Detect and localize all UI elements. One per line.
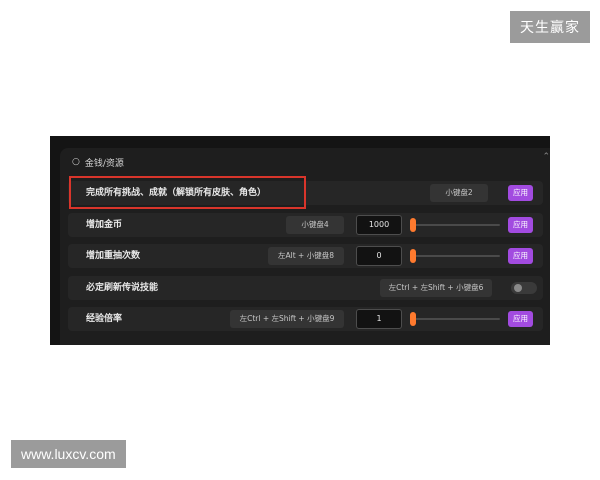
mouse-icon: ○: [72, 157, 80, 167]
apply-button[interactable]: 应用: [508, 311, 533, 327]
hotkey-badge[interactable]: 左Ctrl + 左Shift + 小键盘6: [380, 279, 492, 297]
watermark-top-right: 天生赢家: [510, 11, 590, 43]
row-label: 经验倍率: [86, 314, 123, 324]
slider-thumb[interactable]: [410, 218, 416, 232]
section-title: 金钱/资源: [84, 158, 124, 169]
hotkey-badge[interactable]: 小键盘2: [430, 184, 488, 202]
row-label: 必定刷新传说技能: [86, 283, 159, 293]
value-input[interactable]: 0: [356, 246, 402, 266]
row-legend-skill: 必定刷新传说技能 左Ctrl + 左Shift + 小键盘6: [68, 276, 543, 300]
row-add-reroll: 增加重抽次数 左Alt + 小键盘8 0 应用: [68, 244, 543, 268]
value-input[interactable]: 1000: [356, 215, 402, 235]
value-input[interactable]: 1: [356, 309, 402, 329]
apply-button[interactable]: 应用: [508, 248, 533, 264]
row-exp-multiplier: 经验倍率 左Ctrl + 左Shift + 小键盘9 1 应用: [68, 307, 543, 331]
hotkey-badge[interactable]: 小键盘4: [286, 216, 344, 234]
apply-button[interactable]: 应用: [508, 217, 533, 233]
toggle-switch[interactable]: [511, 282, 537, 294]
slider-track[interactable]: [410, 224, 500, 226]
apply-button[interactable]: 应用: [508, 185, 533, 201]
slider-track[interactable]: [410, 318, 500, 320]
row-label: 增加金币: [86, 220, 123, 230]
row-add-gold: 增加金币 小键盘4 1000 应用: [68, 213, 543, 237]
toggle-knob: [514, 284, 522, 292]
hotkey-badge[interactable]: 左Ctrl + 左Shift + 小键盘9: [230, 310, 344, 328]
slider-thumb[interactable]: [410, 312, 416, 326]
watermark-bottom-left: www.luxcv.com: [11, 440, 126, 468]
chevron-up-icon[interactable]: ⌃: [542, 152, 550, 162]
highlight-box: [69, 176, 306, 209]
row-label: 增加重抽次数: [86, 251, 141, 261]
hotkey-badge[interactable]: 左Alt + 小键盘8: [268, 247, 344, 265]
section-header[interactable]: ○ 金钱/资源: [72, 154, 124, 170]
slider-track[interactable]: [410, 255, 500, 257]
slider-thumb[interactable]: [410, 249, 416, 263]
trainer-window: ○ 金钱/资源 ⌃ 完成所有挑战、成就（解锁所有皮肤、角色） 小键盘2 应用 增…: [50, 136, 550, 345]
